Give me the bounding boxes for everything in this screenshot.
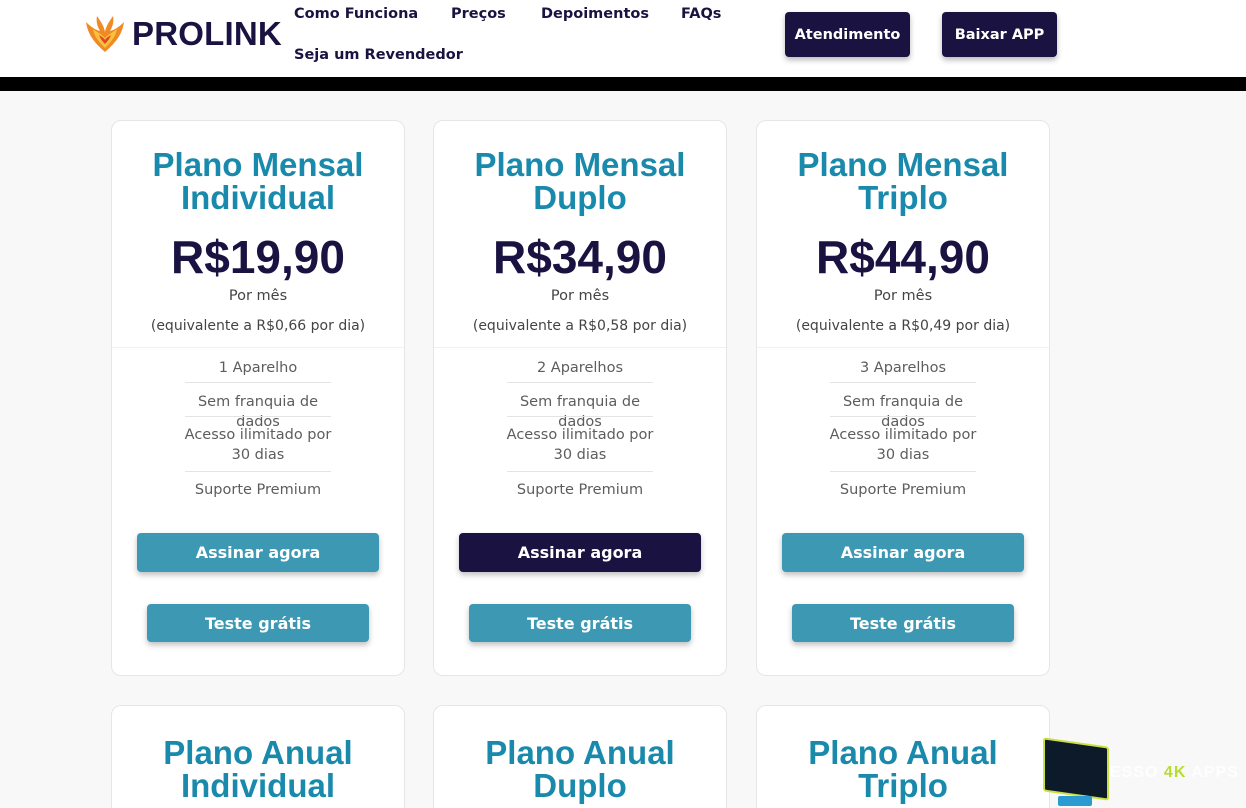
feature-item: Acesso ilimitado por 30 dias xyxy=(506,427,654,463)
plan-equivalent: (equivalente a R$0,66 por dia) xyxy=(150,318,366,334)
feature-divider xyxy=(830,471,976,472)
plan-price: R$34,90 xyxy=(493,231,667,283)
plan-equivalent: (equivalente a R$0,49 por dia) xyxy=(795,318,1011,334)
plan-title: Plano Anual Duplo xyxy=(434,736,726,802)
plan-card-anual-individual: Plano Anual Individual xyxy=(111,705,405,808)
plan-title-line1: Plano Anual xyxy=(485,734,675,771)
plan-title-line1: Plano Anual xyxy=(808,734,998,771)
plan-title: Plano Mensal Triplo xyxy=(757,148,1049,214)
plan-period: Por mês xyxy=(873,288,933,304)
nav-como-funciona[interactable]: Como Funciona xyxy=(294,6,418,22)
nav-precos[interactable]: Preços xyxy=(451,6,506,22)
atendimento-button[interactable]: Atendimento xyxy=(785,12,910,57)
feature-item: 3 Aparelhos xyxy=(859,360,947,376)
subscribe-button[interactable]: Assinar agora xyxy=(137,533,379,572)
nav-seja-revendedor[interactable]: Seja um Revendedor xyxy=(294,47,463,63)
plan-title: Plano Mensal Duplo xyxy=(434,148,726,214)
feature-divider xyxy=(112,347,404,348)
site-header: PROLINK Como Funciona Preços Depoimentos… xyxy=(0,0,1246,77)
plan-title-line2: Individual xyxy=(180,179,335,216)
feature-item: Suporte Premium xyxy=(194,482,322,498)
baixar-app-button[interactable]: Baixar APP xyxy=(942,12,1057,57)
feature-divider xyxy=(507,382,653,383)
feature-divider xyxy=(830,382,976,383)
logo[interactable]: PROLINK xyxy=(84,14,282,54)
watermark-text: ESSO 4K APPS xyxy=(1110,764,1239,782)
feature-divider xyxy=(185,471,331,472)
plan-card-mensal-individual: Plano Mensal Individual R$19,90 Por mês … xyxy=(111,120,405,676)
feature-item: Acesso ilimitado por 30 dias xyxy=(829,427,977,463)
watermark-text-c: APPS xyxy=(1191,764,1239,781)
watermark-text-a: ESSO xyxy=(1110,764,1159,781)
plan-title: Plano Anual Triplo xyxy=(757,736,1049,802)
plan-title-line1: Plano Mensal xyxy=(797,146,1009,183)
plan-period: Por mês xyxy=(228,288,288,304)
nav-faqs[interactable]: FAQs xyxy=(681,6,721,22)
plan-equivalent: (equivalente a R$0,58 por dia) xyxy=(472,318,688,334)
plan-card-anual-duplo: Plano Anual Duplo xyxy=(433,705,727,808)
feature-divider xyxy=(185,416,331,417)
plan-title-line1: Plano Anual xyxy=(163,734,353,771)
feature-item: 2 Aparelhos xyxy=(536,360,624,376)
plan-period: Por mês xyxy=(550,288,610,304)
watermark-text-b: 4K xyxy=(1163,764,1187,781)
subscribe-button[interactable]: Assinar agora xyxy=(459,533,701,572)
feature-divider xyxy=(185,382,331,383)
monitor-icon xyxy=(1043,737,1109,801)
monitor-stand-icon xyxy=(1058,796,1092,806)
feature-divider xyxy=(757,347,1049,348)
plan-title-line1: Plano Mensal xyxy=(152,146,364,183)
feature-divider xyxy=(434,347,726,348)
plan-title: Plano Mensal Individual xyxy=(112,148,404,214)
feature-item: Suporte Premium xyxy=(516,482,644,498)
feature-item: 1 Aparelho xyxy=(218,360,298,376)
nav-depoimentos[interactable]: Depoimentos xyxy=(541,6,649,22)
free-trial-button[interactable]: Teste grátis xyxy=(469,604,691,642)
plan-title: Plano Anual Individual xyxy=(112,736,404,802)
plan-title-line2: Triplo xyxy=(858,179,948,216)
plan-card-mensal-duplo: Plano Mensal Duplo R$34,90 Por mês (equi… xyxy=(433,120,727,676)
plan-title-line2: Individual xyxy=(180,767,335,804)
feature-item: Suporte Premium xyxy=(839,482,967,498)
plan-price: R$19,90 xyxy=(171,231,345,283)
logo-text: PROLINK xyxy=(132,15,282,52)
free-trial-button[interactable]: Teste grátis xyxy=(147,604,369,642)
feature-item: Acesso ilimitado por 30 dias xyxy=(184,427,332,463)
plan-title-line2: Duplo xyxy=(533,179,627,216)
plan-price: R$44,90 xyxy=(816,231,990,283)
plan-title-line2: Duplo xyxy=(533,767,627,804)
watermark: ESSO 4K APPS xyxy=(1040,737,1246,808)
feature-divider xyxy=(830,416,976,417)
header-divider xyxy=(0,77,1246,91)
plan-card-anual-triplo: Plano Anual Triplo xyxy=(756,705,1050,808)
free-trial-button[interactable]: Teste grátis xyxy=(792,604,1014,642)
feature-divider xyxy=(507,416,653,417)
plan-title-line1: Plano Mensal xyxy=(474,146,686,183)
subscribe-button[interactable]: Assinar agora xyxy=(782,533,1024,572)
phoenix-logo-icon xyxy=(86,16,124,52)
plan-card-mensal-triplo: Plano Mensal Triplo R$44,90 Por mês (equ… xyxy=(756,120,1050,676)
feature-divider xyxy=(507,471,653,472)
plan-title-line2: Triplo xyxy=(858,767,948,804)
